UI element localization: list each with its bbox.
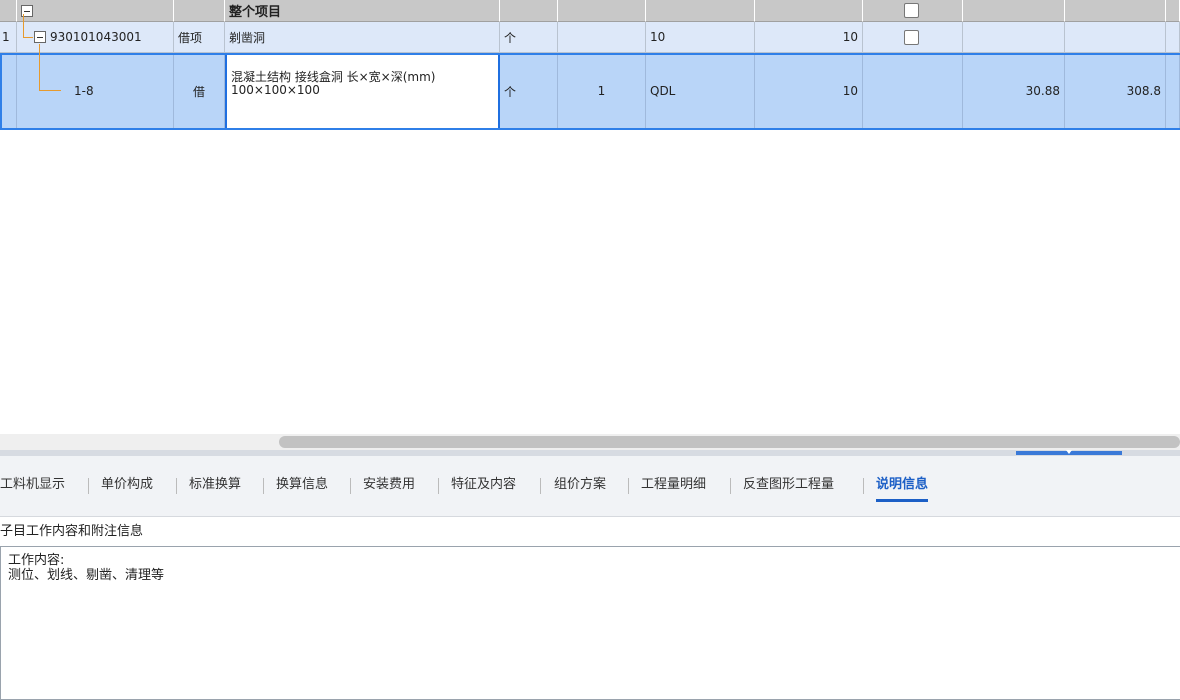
price-cell[interactable] xyxy=(963,22,1065,53)
code-cell[interactable]: 930101043001 xyxy=(17,22,174,53)
tab-conversion-info[interactable]: 换算信息 xyxy=(276,477,328,501)
tree-line xyxy=(39,90,61,91)
tab-unit-price[interactable]: 单价构成 xyxy=(101,477,153,501)
sub-expr[interactable]: 1 xyxy=(558,53,646,130)
tab-separator xyxy=(176,478,177,494)
tab-separator xyxy=(88,478,89,494)
grid-row-list-item[interactable]: 1 930101043001 借项 剃凿洞 个 10 10 xyxy=(0,22,1180,53)
quantity-expr-cell xyxy=(646,0,755,22)
grid-row-whole-project[interactable]: 整个项目 xyxy=(0,0,1180,22)
unit-cell xyxy=(500,0,558,22)
price-cell xyxy=(963,0,1065,22)
tree-line xyxy=(39,44,40,90)
tab-separator xyxy=(350,478,351,494)
expr-cell[interactable] xyxy=(558,22,646,53)
check-cell xyxy=(863,53,963,130)
sub-unit-price[interactable]: 30.88 xyxy=(963,53,1065,130)
collapse-arrow-icon[interactable] xyxy=(1066,450,1072,454)
detail-tabs: 工料机显示 单价构成 标准换算 换算信息 安装费用 特征及内容 组价方案 工程量… xyxy=(0,456,1180,516)
list-name[interactable]: 剃凿洞 xyxy=(225,22,500,53)
sub-quantity[interactable]: 10 xyxy=(755,53,863,130)
list-type[interactable]: 借项 xyxy=(174,22,225,53)
quantity-cell xyxy=(755,0,863,22)
tab-standard-conversion[interactable]: 标准换算 xyxy=(189,477,241,501)
tab-features[interactable]: 特征及内容 xyxy=(451,477,516,501)
description-textarea[interactable]: 工作内容: 测位、划线、剔凿、清理等 xyxy=(0,546,1180,700)
tree-line xyxy=(23,14,24,37)
sub-type[interactable]: 借 xyxy=(174,53,225,130)
total-cell xyxy=(1065,0,1166,22)
tab-labor-material[interactable]: 工料机显示 xyxy=(0,477,65,501)
list-quantity[interactable]: 10 xyxy=(755,22,863,53)
tab-install-fee[interactable]: 安装费用 xyxy=(363,477,415,501)
tab-quantity-detail[interactable]: 工程量明细 xyxy=(641,477,706,501)
list-quantity-expr[interactable]: 10 xyxy=(646,22,755,53)
row-number-cell xyxy=(0,53,17,130)
code-cell xyxy=(17,0,174,22)
tab-reverse-lookup[interactable]: 反查图形工程量 xyxy=(743,477,834,501)
tab-description[interactable]: 说明信息 xyxy=(876,477,929,502)
sub-name-editor[interactable]: 混凝土结构 接线盒洞 长×宽×深(mm) 100×100×100 xyxy=(225,53,500,130)
check-cell xyxy=(863,0,963,22)
horizontal-scrollbar[interactable] xyxy=(0,434,1180,450)
grid-row-sub-item[interactable]: 1-8 借 混凝土结构 接线盒洞 长×宽×深(mm) 100×100×100 个… xyxy=(0,53,1180,130)
tab-separator xyxy=(438,478,439,494)
sub-total[interactable]: 308.8 xyxy=(1065,53,1166,130)
type-cell xyxy=(174,0,225,22)
tab-separator xyxy=(540,478,541,494)
collapse-toggle-icon[interactable] xyxy=(34,31,46,43)
row-checkbox[interactable] xyxy=(904,29,919,45)
total-cell[interactable] xyxy=(1065,22,1166,53)
expr-cell xyxy=(558,0,646,22)
row-number: 1 xyxy=(0,22,17,53)
row-checkbox[interactable] xyxy=(904,3,919,18)
row-number-cell xyxy=(0,0,17,22)
list-code: 930101043001 xyxy=(50,30,142,44)
sub-unit[interactable]: 个 xyxy=(500,53,558,130)
tree-line xyxy=(23,37,33,38)
project-name: 整个项目 xyxy=(225,0,500,22)
app-window: 整个项目 1 930101043001 借项 剃凿洞 个 10 10 1-8 借… xyxy=(0,0,1180,700)
tab-separator xyxy=(863,478,864,494)
description-title: 子目工作内容和附注信息 xyxy=(0,516,1180,546)
tab-separator xyxy=(628,478,629,494)
tab-pricing-scheme[interactable]: 组价方案 xyxy=(554,477,606,501)
tab-separator xyxy=(263,478,264,494)
scrollbar-thumb[interactable] xyxy=(279,436,1180,448)
sub-code: 1-8 xyxy=(74,84,94,98)
check-cell xyxy=(863,22,963,53)
end-cell xyxy=(1166,22,1180,53)
tab-separator xyxy=(730,478,731,494)
sub-quantity-expr[interactable]: QDL xyxy=(646,53,755,130)
end-cell xyxy=(1166,0,1180,22)
end-cell xyxy=(1166,53,1180,130)
sub-code-cell[interactable]: 1-8 xyxy=(17,53,174,130)
list-unit[interactable]: 个 xyxy=(500,22,558,53)
